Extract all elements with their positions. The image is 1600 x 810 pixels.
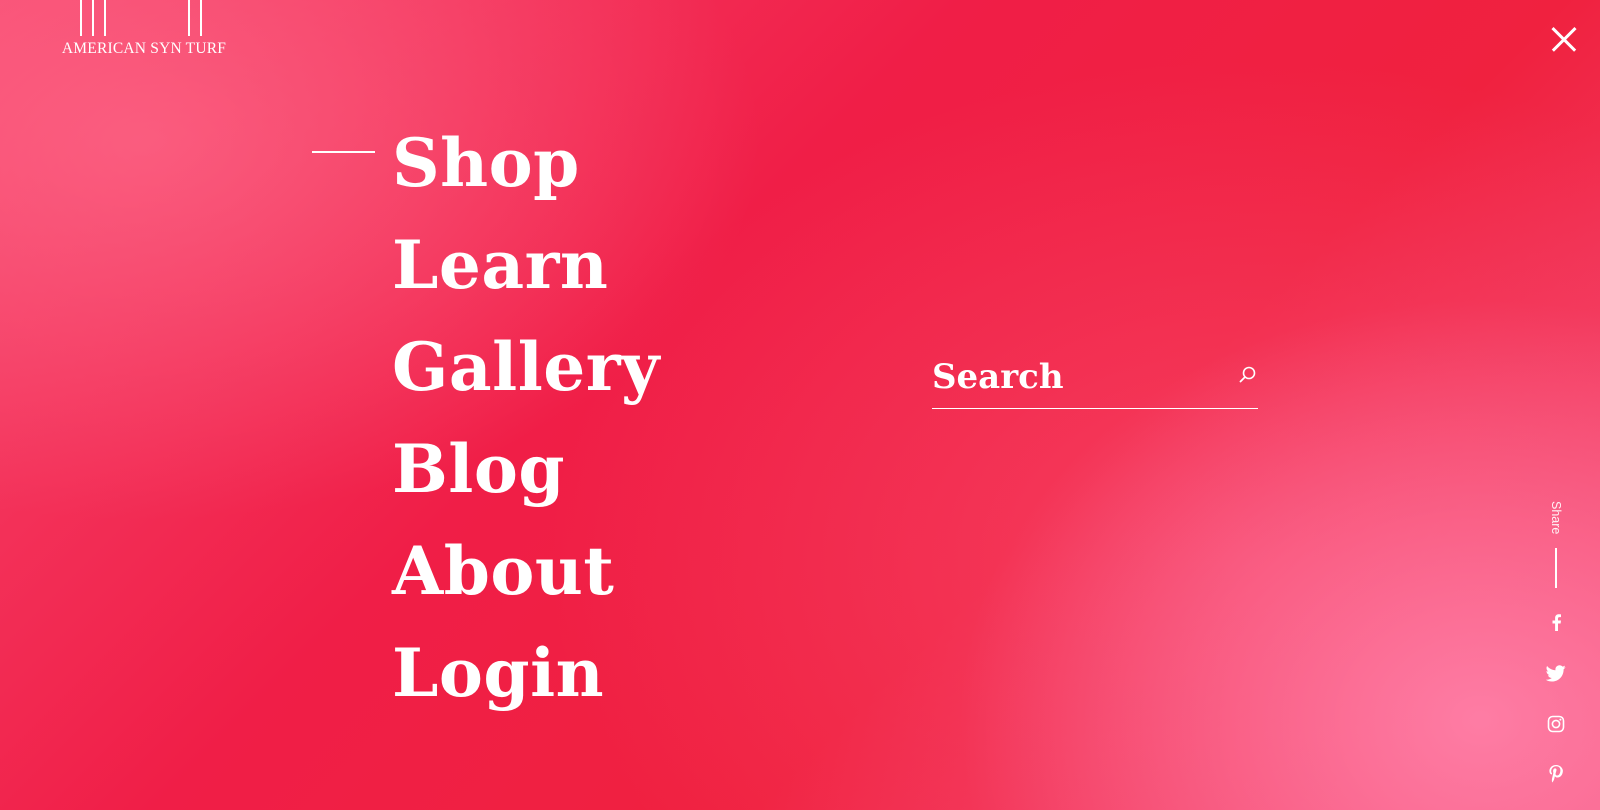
share-divider (1555, 548, 1557, 588)
close-icon[interactable] (1544, 20, 1584, 60)
search-input[interactable] (932, 348, 1222, 406)
logo-mark (58, 0, 230, 38)
facebook-icon[interactable] (1544, 610, 1568, 634)
menu-item-learn[interactable]: Learn (392, 214, 660, 316)
share-label: Share (1549, 501, 1563, 535)
menu-item-gallery[interactable]: Gallery (392, 316, 660, 418)
menu-item-login[interactable]: Login (392, 622, 660, 724)
pinterest-icon[interactable] (1544, 762, 1568, 786)
nav-active-indicator (312, 151, 375, 153)
menu-item-shop[interactable]: Shop (392, 112, 660, 214)
logo-wordmark: AMERICAN SYN TURF (61, 40, 227, 57)
twitter-icon[interactable] (1544, 661, 1568, 685)
search-icon[interactable] (1238, 365, 1258, 385)
search-box (932, 348, 1258, 409)
main-menu: Shop Learn Gallery Blog About Login (392, 112, 660, 724)
menu-item-blog[interactable]: Blog (392, 418, 660, 520)
brand-logo[interactable]: AMERICAN SYN TURF (58, 0, 230, 60)
instagram-icon[interactable] (1544, 712, 1568, 736)
menu-item-about[interactable]: About (392, 520, 660, 622)
